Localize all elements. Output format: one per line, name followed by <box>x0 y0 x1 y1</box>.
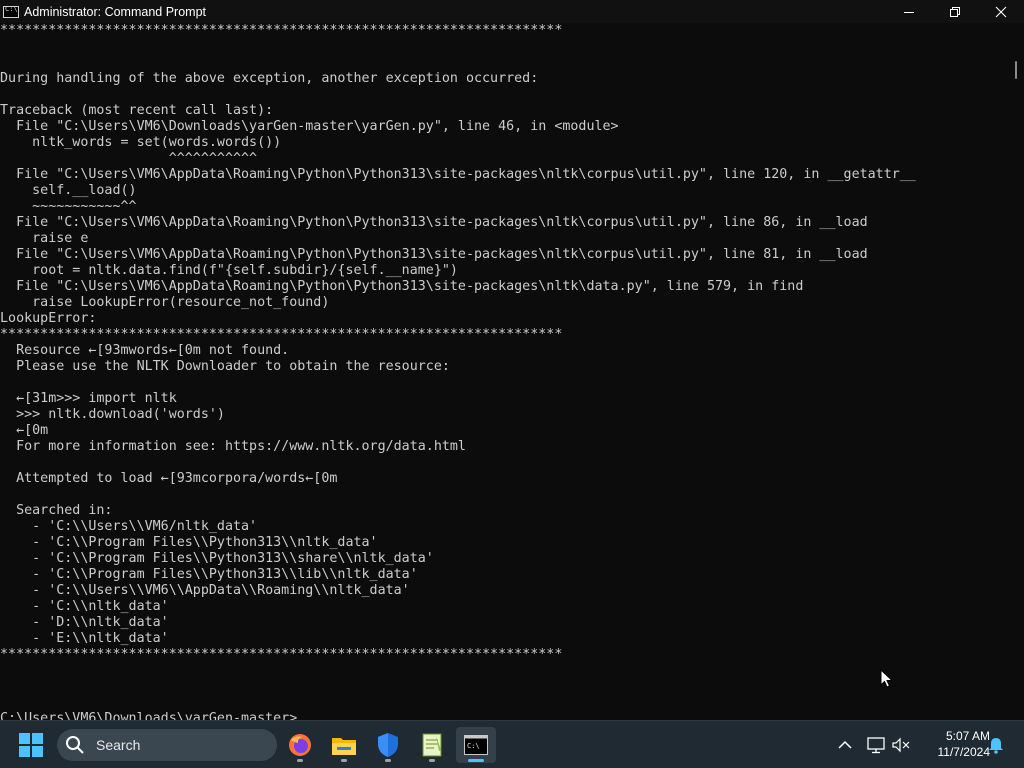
folder-icon <box>332 738 356 755</box>
terminal-line: ^^^^^^^^^^^ <box>0 151 258 166</box>
terminal-icon: C:\ <box>464 735 488 755</box>
window-controls <box>886 0 1024 23</box>
minimize-icon <box>904 11 914 13</box>
bell-icon <box>989 738 1003 754</box>
terminal-line: File "C:\Users\VM6\AppData\Roaming\Pytho… <box>0 167 916 182</box>
clock[interactable]: 5:07 AM 11/7/2024 <box>918 728 991 760</box>
terminal-line: - 'C:\\Program Files\\Python313\\nltk_da… <box>0 535 378 550</box>
terminal-line: self.__load() <box>0 183 137 198</box>
terminal-line: root = nltk.data.find(f"{self.subdir}/{s… <box>0 263 458 278</box>
terminal-line: Attempted to load ←[93mcorpora/words←[0m <box>0 471 338 486</box>
terminal-line: ←[0m <box>0 423 49 438</box>
terminal-line: ~~~~~~~~~~~^^ <box>0 199 137 214</box>
volume-muted-icon <box>892 737 910 753</box>
terminal-line: ←[31m>>> import nltk <box>0 391 177 406</box>
scrollbar-thumb[interactable] <box>1015 61 1017 79</box>
firefox-icon <box>289 734 311 756</box>
network-button[interactable] <box>866 735 886 755</box>
notepad-plus-plus-icon <box>422 733 442 757</box>
taskbar-file-explorer[interactable] <box>324 727 364 763</box>
volume-button[interactable] <box>891 735 911 755</box>
terminal-line: Please use the NLTK Downloader to obtain… <box>0 359 450 374</box>
terminal-line: raise LookupError(resource_not_found) <box>0 295 330 310</box>
clock-date: 11/7/2024 <box>937 745 991 759</box>
terminal-line: For more information see: https://www.nl… <box>0 439 466 454</box>
terminal-line: >>> nltk.download('words') <box>0 407 225 422</box>
terminal-line: Searched in: <box>0 503 113 518</box>
shield-icon <box>378 733 398 757</box>
start-button[interactable] <box>19 733 43 757</box>
search-box[interactable]: Search <box>57 729 277 761</box>
taskbar-command-prompt[interactable]: C:\ <box>456 727 496 763</box>
terminal-line: File "C:\Users\VM6\AppData\Roaming\Pytho… <box>0 279 804 294</box>
mouse-pointer-icon <box>880 669 894 688</box>
terminal-line: Resource ←[93mwords←[0m not found. <box>0 343 290 358</box>
restore-icon <box>950 6 960 17</box>
terminal-line: ****************************************… <box>0 647 563 662</box>
maximize-button[interactable] <box>932 0 978 23</box>
command-prompt-icon[interactable] <box>3 5 19 18</box>
taskbar-firefox[interactable] <box>280 727 320 763</box>
terminal-line: File "C:\Users\VM6\AppData\Roaming\Pytho… <box>0 215 868 230</box>
clock-time: 5:07 AM <box>945 729 990 743</box>
taskbar: Search C:\ 5:07 AM 11/7/2024 <box>0 720 1024 768</box>
windows-logo-icon <box>19 733 43 757</box>
search-label: Search <box>96 737 141 753</box>
terminal-line: C:\Users\VM6\Downloads\yarGen-master> <box>0 711 298 720</box>
title-bar[interactable]: Administrator: Command Prompt <box>0 0 1024 23</box>
close-icon <box>995 6 1007 17</box>
chevron-up-icon <box>838 740 852 749</box>
terminal-output[interactable]: ****************************************… <box>0 23 1003 720</box>
terminal-line: - 'E:\\nltk_data' <box>0 631 169 646</box>
terminal-line: - 'C:\\Program Files\\Python313\\share\\… <box>0 551 434 566</box>
terminal-line: ****************************************… <box>0 23 563 38</box>
terminal-line: nltk_words = set(words.words()) <box>0 135 282 150</box>
vertical-scrollbar[interactable] <box>1003 23 1024 720</box>
terminal-line: - 'C:\\Users\\VM6/nltk_data' <box>0 519 258 534</box>
terminal-line: File "C:\Users\VM6\Downloads\yarGen-mast… <box>0 119 619 134</box>
terminal-line: File "C:\Users\VM6\AppData\Roaming\Pytho… <box>0 247 868 262</box>
terminal-line: - 'D:\\nltk_data' <box>0 615 169 630</box>
search-icon <box>66 736 84 754</box>
window-title: Administrator: Command Prompt <box>24 4 207 19</box>
terminal-line: ****************************************… <box>0 327 563 342</box>
svg-text:C:\: C:\ <box>467 742 480 750</box>
show-hidden-icons-button[interactable] <box>835 735 855 755</box>
taskbar-windows-security[interactable] <box>368 727 408 763</box>
terminal-line: - 'C:\\Program Files\\Python313\\lib\\nl… <box>0 567 418 582</box>
terminal-line: LookupError: <box>0 311 97 326</box>
taskbar-notepad-plus-plus[interactable] <box>412 727 452 763</box>
terminal-line: Traceback (most recent call last): <box>0 103 274 118</box>
terminal-line: During handling of the above exception, … <box>0 71 539 86</box>
terminal-line: raise e <box>0 231 89 246</box>
notifications-button[interactable] <box>986 735 1006 755</box>
terminal-line: - 'C:\\nltk_data' <box>0 599 169 614</box>
minimize-button[interactable] <box>886 0 932 23</box>
network-icon <box>867 737 885 754</box>
close-button[interactable] <box>978 0 1024 23</box>
terminal-line: - 'C:\\Users\\VM6\\AppData\\Roaming\\nlt… <box>0 583 410 598</box>
